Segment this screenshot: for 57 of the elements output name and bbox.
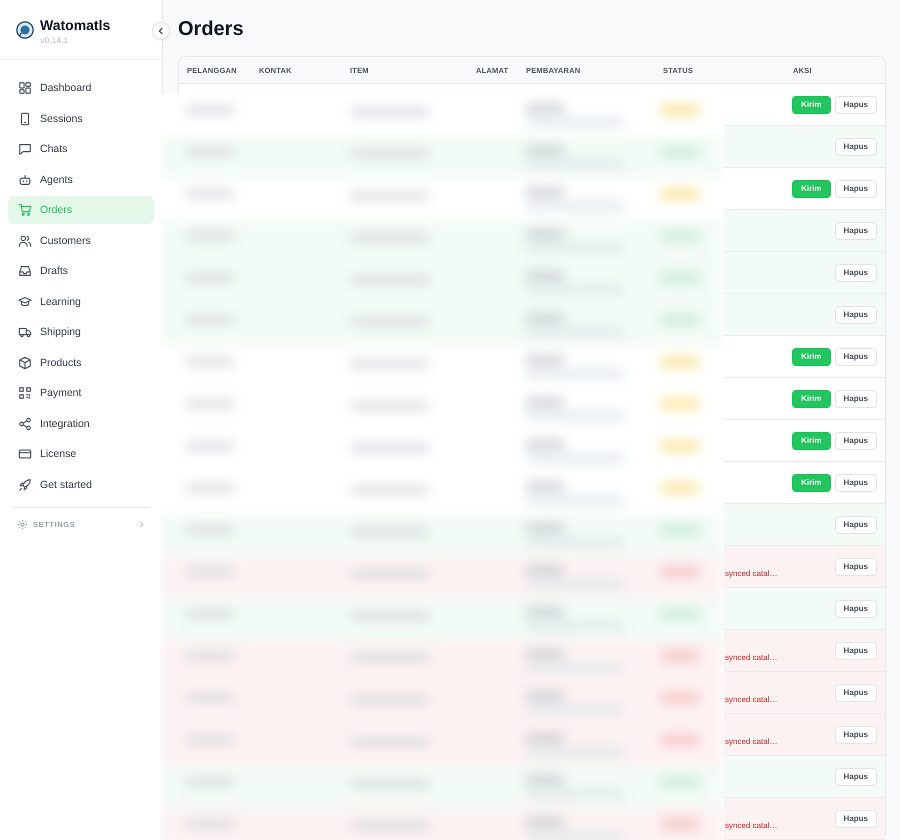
delete-button[interactable]: Hapus xyxy=(834,180,877,198)
truck-icon xyxy=(18,325,32,339)
nav-item[interactable]: Sessions xyxy=(8,104,154,132)
delete-button[interactable]: Hapus xyxy=(834,726,877,744)
share-icon xyxy=(18,416,32,430)
nav-item[interactable]: Integration xyxy=(8,410,154,438)
qr-code-icon xyxy=(18,386,32,400)
robot-icon xyxy=(18,172,32,186)
delete-button[interactable]: Hapus xyxy=(834,684,877,702)
nav-item[interactable]: Payment xyxy=(8,379,154,407)
error-note: synced catal… xyxy=(725,737,778,746)
delete-button[interactable]: Hapus xyxy=(834,390,877,408)
app-name: Watomatls xyxy=(40,17,110,33)
nav-item[interactable]: Shipping xyxy=(8,318,154,346)
nav-item[interactable]: Get started xyxy=(8,470,154,498)
nav-item[interactable]: Customers xyxy=(8,226,154,254)
phone-icon xyxy=(18,112,32,126)
rocket-icon xyxy=(18,478,32,492)
delete-button[interactable]: Hapus xyxy=(834,306,877,324)
delete-button[interactable]: Hapus xyxy=(834,222,877,240)
page-title: Orders xyxy=(178,17,245,42)
error-note: synced catal… xyxy=(725,695,778,704)
nav-item[interactable]: License xyxy=(8,440,154,468)
error-note: synced catal… xyxy=(725,569,778,578)
gear-icon xyxy=(17,518,28,530)
nav-item[interactable]: Chats xyxy=(8,135,154,163)
delete-button[interactable]: Hapus xyxy=(834,432,877,450)
collapse-button[interactable] xyxy=(152,22,170,40)
logo-icon xyxy=(16,21,34,39)
credit-card-icon xyxy=(18,447,32,461)
chevron-left-icon xyxy=(157,27,165,35)
delete-button[interactable]: Hapus xyxy=(834,138,877,156)
error-note: synced catal… xyxy=(725,821,778,830)
delete-button[interactable]: Hapus xyxy=(834,558,877,576)
chat-icon xyxy=(18,142,32,156)
cart-icon xyxy=(18,203,32,217)
delete-button[interactable]: Hapus xyxy=(834,768,877,786)
chevron-right-icon xyxy=(138,520,145,528)
delete-button[interactable]: Hapus xyxy=(834,348,877,366)
nav-item[interactable]: Products xyxy=(8,348,154,376)
inbox-icon xyxy=(18,264,32,278)
delete-button[interactable]: Hapus xyxy=(834,96,877,114)
delete-button[interactable]: Hapus xyxy=(834,810,877,828)
delete-button[interactable]: Hapus xyxy=(834,516,877,534)
delete-button[interactable]: Hapus xyxy=(834,642,877,660)
delete-button[interactable]: Hapus xyxy=(834,600,877,618)
users-icon xyxy=(18,234,32,248)
box-icon xyxy=(18,356,32,370)
nav-item[interactable]: Learning xyxy=(8,288,154,316)
nav-item[interactable]: Dashboard xyxy=(8,74,154,102)
error-note: synced catal… xyxy=(725,653,778,662)
nav-item[interactable]: Agents xyxy=(8,166,154,194)
nav-item[interactable]: Drafts xyxy=(8,257,154,285)
grid-icon xyxy=(18,81,32,95)
delete-button[interactable]: Hapus xyxy=(834,474,877,492)
graduation-cap-icon xyxy=(18,294,32,308)
delete-button[interactable]: Hapus xyxy=(834,264,877,282)
